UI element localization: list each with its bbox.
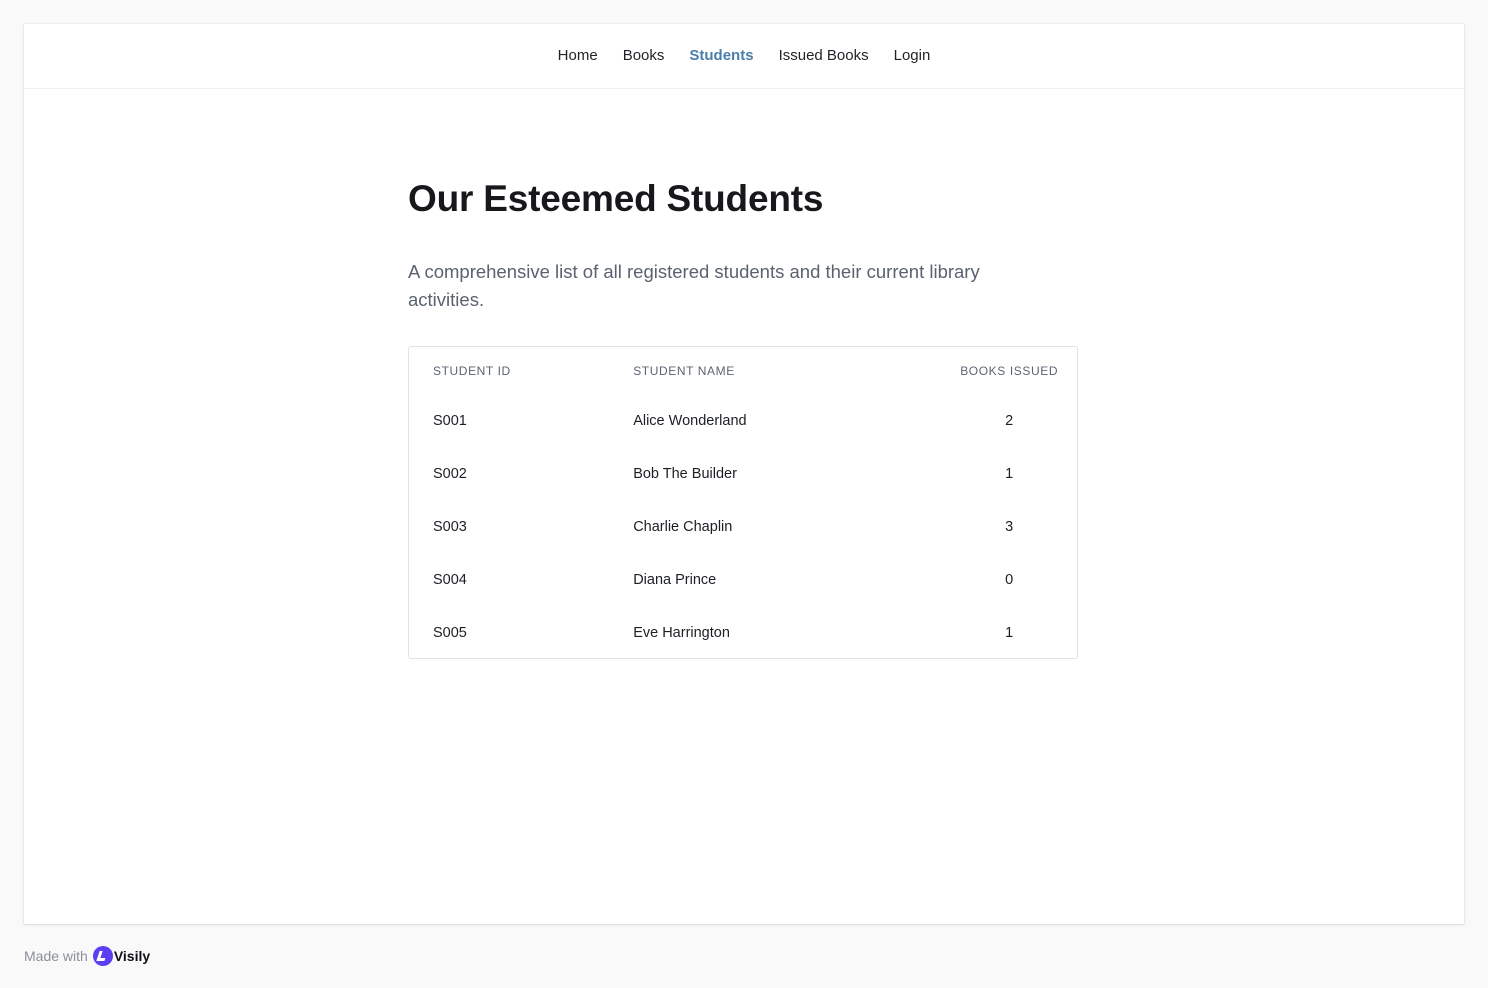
student-id-cell: S002	[433, 465, 467, 482]
students-table-card: STUDENT ID STUDENT NAME BOOKS ISSUED S00…	[408, 346, 1078, 659]
visily-brand-name: Visily	[113, 948, 151, 964]
visily-logo[interactable]: Visily	[92, 946, 151, 966]
table-row[interactable]: S005 Eve Harrington 1	[409, 606, 1077, 659]
student-name-cell: Diana Prince	[633, 571, 717, 588]
student-id-cell: S004	[433, 571, 467, 588]
column-header-student-name: STUDENT NAME	[633, 363, 735, 378]
nav-books[interactable]: Books	[623, 46, 665, 66]
student-name-cell: Charlie Chaplin	[633, 518, 733, 535]
table-row[interactable]: S004 Diana Prince 0	[409, 553, 1077, 606]
page-title: Our Esteemed Students	[408, 178, 824, 219]
made-with-footer[interactable]: Made with Visily	[24, 946, 150, 966]
student-name-cell: Eve Harrington	[633, 624, 730, 641]
nav-login[interactable]: Login	[894, 46, 931, 66]
made-with-label: Made with	[24, 948, 88, 964]
students-table: STUDENT ID STUDENT NAME BOOKS ISSUED S00…	[409, 347, 1077, 659]
nav-students[interactable]: Students	[689, 46, 753, 66]
column-header-books-issued: BOOKS ISSUED	[960, 363, 1059, 378]
column-header-student-id: STUDENT ID	[433, 363, 511, 378]
visily-logo-icon	[92, 946, 113, 966]
books-issued-cell: 1	[1005, 624, 1014, 641]
books-issued-cell: 3	[1005, 518, 1014, 535]
books-issued-cell: 0	[1005, 571, 1014, 588]
books-issued-cell: 1	[1005, 465, 1014, 482]
student-name-cell: Alice Wonderland	[633, 412, 747, 429]
table-row[interactable]: S001 Alice Wonderland 2	[409, 394, 1077, 447]
top-navigation: Home Books Students Issued Books Login	[24, 24, 1464, 89]
table-header-row: STUDENT ID STUDENT NAME BOOKS ISSUED	[409, 347, 1077, 394]
table-row[interactable]: S003 Charlie Chaplin 3	[409, 500, 1077, 553]
student-name-cell: Bob The Builder	[633, 465, 737, 482]
student-id-cell: S001	[433, 412, 467, 429]
books-issued-cell: 2	[1005, 412, 1014, 429]
page-subtitle: A comprehensive list of all registered s…	[408, 261, 980, 310]
student-id-cell: S003	[433, 518, 467, 535]
nav-home[interactable]: Home	[558, 46, 598, 66]
table-row[interactable]: S002 Bob The Builder 1	[409, 447, 1077, 500]
nav-issued-books[interactable]: Issued Books	[779, 46, 869, 66]
main-content: Our Esteemed Students A comprehensive li…	[408, 176, 1080, 659]
student-id-cell: S005	[433, 624, 467, 641]
app-frame: Home Books Students Issued Books Login O…	[24, 24, 1464, 924]
